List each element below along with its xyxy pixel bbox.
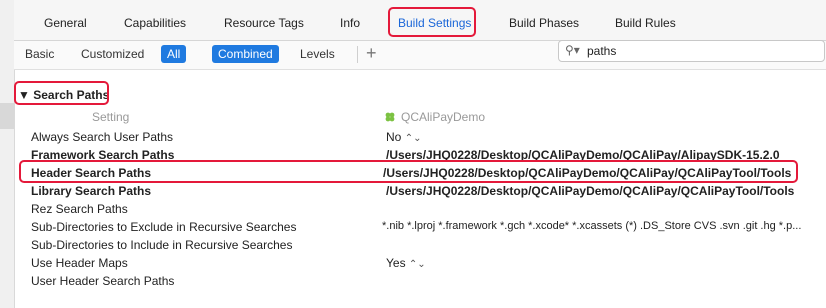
navigator-selected-item[interactable] xyxy=(0,103,14,129)
setting-name: Sub-Directories to Exclude in Recursive … xyxy=(31,220,297,234)
setting-name: Library Search Paths xyxy=(31,184,152,198)
setting-name: Always Search User Paths xyxy=(31,130,174,144)
setting-row-always-search-user-paths[interactable]: Always Search User Paths No ⌃⌄ xyxy=(14,127,826,145)
search-input[interactable] xyxy=(587,42,807,60)
setting-row-subdirs-exclude[interactable]: Sub-Directories to Exclude in Recursive … xyxy=(14,217,826,235)
combined-button[interactable]: Combined xyxy=(212,45,279,63)
setting-value-text: Yes xyxy=(386,256,406,270)
tab-capabilities[interactable]: Capabilities xyxy=(124,16,186,30)
setting-value-text: No xyxy=(386,130,402,144)
stepper-icon[interactable]: ⌃⌄ xyxy=(405,133,422,144)
build-settings-highlight xyxy=(388,7,476,37)
filter-all-button[interactable]: All xyxy=(161,45,187,63)
setting-value[interactable]: No ⌃⌄ xyxy=(386,130,421,144)
header-search-paths-highlight xyxy=(19,160,798,183)
navigator-strip xyxy=(0,0,15,308)
stepper-icon[interactable]: ⌃⌄ xyxy=(409,259,426,270)
tab-info[interactable]: Info xyxy=(340,16,360,30)
column-target-header: QCAliPayDemo xyxy=(385,110,485,124)
setting-row-rez-search-paths[interactable]: Rez Search Paths xyxy=(14,199,826,217)
levels-button[interactable]: Levels xyxy=(300,46,335,62)
setting-name: User Header Search Paths xyxy=(31,274,175,288)
tab-build-rules[interactable]: Build Rules xyxy=(615,16,676,30)
setting-row-subdirs-include[interactable]: Sub-Directories to Include in Recursive … xyxy=(14,235,826,253)
setting-value[interactable]: Yes ⌃⌄ xyxy=(386,256,426,270)
search-paths-highlight xyxy=(14,81,109,105)
target-leaf-icon xyxy=(385,112,395,122)
tab-resource-tags[interactable]: Resource Tags xyxy=(224,16,304,30)
magnifier-dropdown-icon[interactable]: ⚲▾ xyxy=(565,43,580,57)
setting-row-library-search-paths[interactable]: Library Search Paths /Users/JHQ0228/Desk… xyxy=(14,181,826,199)
setting-row-use-header-maps[interactable]: Use Header Maps Yes ⌃⌄ xyxy=(14,253,826,271)
setting-name: Sub-Directories to Include in Recursive … xyxy=(31,238,293,252)
tab-build-phases[interactable]: Build Phases xyxy=(509,16,579,30)
setting-name: Rez Search Paths xyxy=(31,202,128,216)
filter-customized-button[interactable]: Customized xyxy=(81,46,144,62)
column-setting-header: Setting xyxy=(92,110,130,124)
setting-name: Use Header Maps xyxy=(31,256,128,270)
target-name: QCAliPayDemo xyxy=(401,110,486,124)
filter-divider xyxy=(357,46,358,63)
setting-value[interactable]: /Users/JHQ0228/Desktop/QCAliPayDemo/QCAl… xyxy=(386,184,794,198)
filter-basic-button[interactable]: Basic xyxy=(25,46,54,62)
tab-general[interactable]: General xyxy=(44,16,87,30)
search-field[interactable]: ⚲▾ xyxy=(558,40,825,62)
add-setting-icon[interactable]: + xyxy=(366,43,377,64)
setting-value[interactable]: *.nib *.lproj *.framework *.gch *.xcode*… xyxy=(382,220,801,232)
setting-row-user-header-search-paths[interactable]: User Header Search Paths xyxy=(14,271,826,289)
